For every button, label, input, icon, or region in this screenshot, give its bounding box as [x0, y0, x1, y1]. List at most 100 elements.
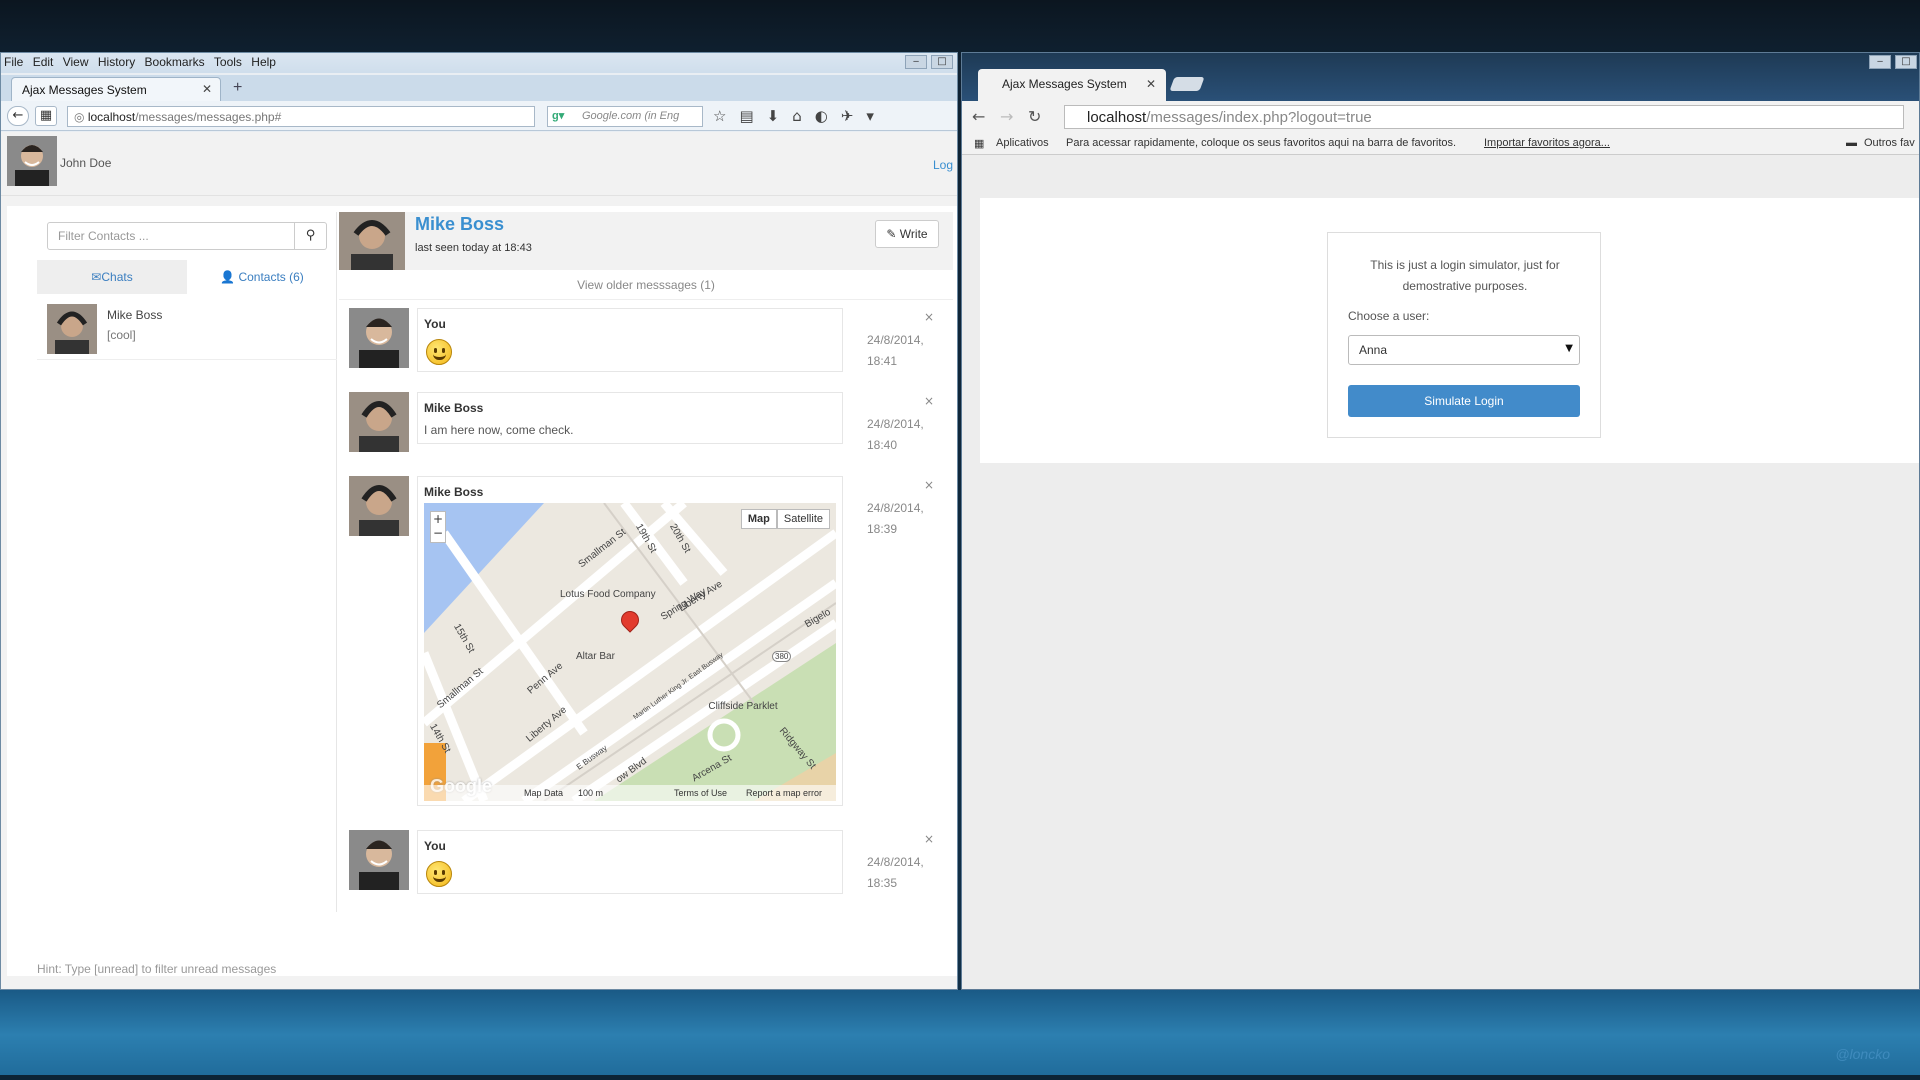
- user-select[interactable]: Anna ▼: [1348, 335, 1580, 365]
- delete-message-icon[interactable]: ×: [924, 478, 934, 492]
- message-timestamp: 24/8/2014, 18:41: [867, 330, 937, 372]
- chevron-down-icon: ▼: [1565, 343, 1573, 354]
- message-time: 18:39: [867, 522, 898, 536]
- zoom-in-icon[interactable]: +: [431, 512, 445, 526]
- menu-chevron-icon[interactable]: ▾: [866, 107, 874, 125]
- new-tab-icon[interactable]: +: [233, 79, 242, 97]
- message-row: Mike Boss I am here now, come check. 24/…: [339, 392, 953, 452]
- map-data-link[interactable]: Map Data: [524, 788, 563, 798]
- map-label: Lotus Food Company: [560, 589, 656, 600]
- user-avatar: [7, 136, 57, 186]
- close-tab-icon[interactable]: ✕: [202, 82, 212, 96]
- new-tab-button[interactable]: [1169, 77, 1205, 91]
- back-icon[interactable]: ←: [972, 107, 985, 126]
- delete-message-icon[interactable]: ×: [924, 394, 934, 408]
- map-type-satellite-button[interactable]: Satellite: [776, 509, 830, 529]
- close-tab-icon[interactable]: ✕: [1146, 77, 1156, 91]
- tools-icon[interactable]: ✈: [841, 107, 854, 125]
- chrome-address-bar[interactable]: localhost/messages/index.php?logout=true: [1064, 105, 1904, 129]
- contact-last-message: [cool]: [107, 328, 136, 342]
- delete-message-icon[interactable]: ×: [924, 832, 934, 846]
- browser-tab[interactable]: Ajax Messages System ✕: [11, 77, 221, 101]
- tab-chats[interactable]: ✉Chats: [37, 260, 187, 294]
- menu-help[interactable]: Help: [248, 53, 279, 69]
- page-icon[interactable]: ▦: [35, 106, 57, 126]
- other-bookmarks[interactable]: Outros fav: [1864, 137, 1915, 149]
- url-path: /messages/messages.php#: [135, 110, 282, 124]
- view-older-link[interactable]: View older messsages (1): [339, 270, 953, 300]
- delete-message-icon[interactable]: ×: [924, 310, 934, 324]
- highway-shield: 380: [772, 651, 792, 662]
- menu-bar: File Edit View History Bookmarks Tools H…: [1, 53, 957, 73]
- logout-link[interactable]: Log: [933, 158, 953, 172]
- back-icon[interactable]: ←: [7, 106, 29, 126]
- message-avatar: [349, 830, 409, 890]
- home-icon[interactable]: ⌂: [792, 107, 802, 125]
- chrome-navigation-bar: ← → ↻ localhost/messages/index.php?logou…: [962, 101, 1919, 133]
- map-scale: 100 m: [578, 788, 604, 798]
- apps-bookmark[interactable]: Aplicativos: [996, 137, 1049, 149]
- message-avatar: [349, 308, 409, 368]
- bookmarks-icon[interactable]: ▤: [739, 107, 753, 125]
- filter-hint: Hint: Type [unread] to filter unread mes…: [37, 962, 277, 976]
- message-sender: You: [424, 317, 446, 331]
- google-icon: g▾: [552, 110, 565, 122]
- list-item[interactable]: Mike Boss [cool]: [37, 294, 337, 360]
- message-bubble: You: [417, 830, 843, 894]
- menu-history[interactable]: History: [95, 53, 138, 69]
- filter-contacts-input[interactable]: Filter Contacts ...: [47, 222, 295, 250]
- message-sender: Mike Boss: [424, 485, 484, 499]
- import-bookmarks-link[interactable]: Importar favoritos agora...: [1484, 137, 1610, 149]
- chrome-tab-title: Ajax Messages System: [1002, 77, 1127, 91]
- tab-contacts[interactable]: 👤 Contacts (6): [187, 260, 337, 294]
- partner-name[interactable]: Mike Boss: [415, 214, 504, 235]
- map-label: Altar Bar: [576, 651, 615, 662]
- menu-edit[interactable]: Edit: [30, 53, 57, 69]
- map-type-map-button[interactable]: Map: [740, 509, 777, 529]
- download-icon[interactable]: ⬇: [767, 107, 780, 125]
- search-icon[interactable]: ⚲: [295, 222, 327, 250]
- address-bar[interactable]: ◎ localhost/messages/messages.php#: [67, 106, 535, 127]
- maximize-button[interactable]: □: [1895, 55, 1917, 69]
- report-error-link[interactable]: Report a map error: [746, 788, 822, 798]
- menu-bookmarks[interactable]: Bookmarks: [142, 53, 208, 69]
- message-avatar: [349, 392, 409, 452]
- url-host: localhost: [1087, 109, 1147, 126]
- desktop-background: [0, 990, 1920, 1080]
- location-map[interactable]: Lotus Food Company Altar Bar Liberty Ave…: [424, 503, 836, 801]
- login-box: This is just a login simulator, just for…: [1327, 232, 1601, 438]
- message-avatar: [349, 476, 409, 536]
- minimize-button[interactable]: ‒: [1869, 55, 1891, 69]
- chrome-tab[interactable]: Ajax Messages System ✕: [978, 69, 1166, 101]
- url-host: localhost: [87, 110, 136, 124]
- minimize-button[interactable]: ‒: [905, 55, 927, 69]
- apps-grid-icon[interactable]: ▦: [974, 137, 984, 150]
- chrome-window: Ajax Messages System ✕ ‒ □ ← → ↻ localho…: [961, 52, 1920, 990]
- menu-view[interactable]: View: [60, 53, 92, 69]
- smiley-icon: [426, 861, 452, 887]
- login-page: This is just a login simulator, just for…: [980, 198, 1919, 463]
- selected-user: Anna: [1359, 343, 1388, 357]
- write-button[interactable]: ✎ Write: [875, 220, 939, 248]
- maximize-button[interactable]: □: [931, 55, 953, 69]
- message-date: 24/8/2014,: [867, 333, 924, 347]
- reload-icon[interactable]: ↻: [1028, 107, 1041, 126]
- map-zoom-control[interactable]: + −: [430, 511, 446, 543]
- message-bubble: Mike Boss Lotus Food Company Altar Bar L…: [417, 476, 843, 806]
- star-icon[interactable]: ☆: [713, 107, 726, 125]
- search-box[interactable]: g▾ Google.com (in Eng: [547, 106, 703, 127]
- menu-file[interactable]: File: [1, 53, 26, 69]
- menu-tools[interactable]: Tools: [211, 53, 245, 69]
- url-path: /messages/index.php?logout=true: [1146, 109, 1372, 126]
- simulate-login-button[interactable]: Simulate Login: [1348, 385, 1580, 417]
- addon-icon[interactable]: ◐: [815, 107, 828, 125]
- forward-icon[interactable]: →: [1000, 107, 1013, 126]
- toolbar-icons: ☆ ▤ ⬇ ⌂ ◐ ✈ ▾: [713, 107, 874, 125]
- map-label: Cliffside Parklet: [708, 701, 778, 712]
- page-content: John Doe Log Filter Contacts ... ⚲ ✉Chat…: [1, 132, 957, 989]
- zoom-out-icon[interactable]: −: [431, 526, 445, 540]
- message-timestamp: 24/8/2014, 18:39: [867, 498, 937, 540]
- message-time: 18:41: [867, 354, 898, 368]
- navigation-bar: ← ▦ ◎ localhost/messages/messages.php# g…: [1, 101, 957, 131]
- terms-link[interactable]: Terms of Use: [674, 788, 727, 798]
